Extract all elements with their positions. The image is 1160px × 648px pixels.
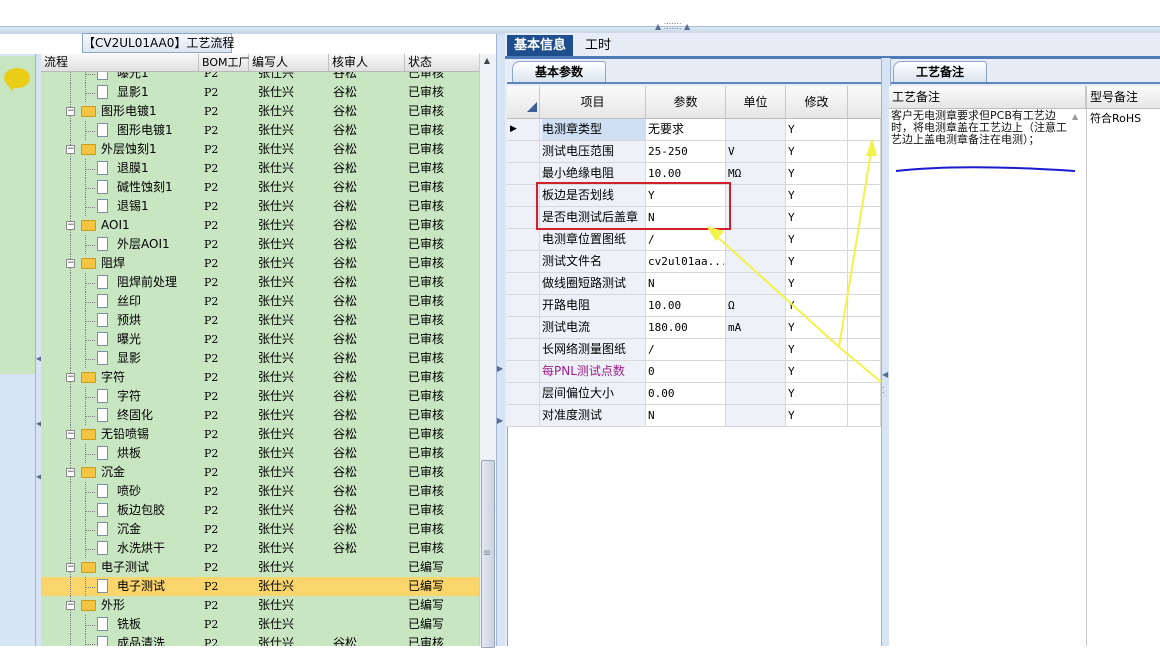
annotation-overlay: [536, 138, 1076, 383]
annotation-arrow-line: [837, 145, 882, 383]
annotation-arrow-line-2: [711, 231, 840, 348]
annotation-highlight-box: [536, 182, 731, 230]
annotation-arrowhead-up: [866, 138, 877, 156]
annotation-underline: [895, 166, 1076, 172]
